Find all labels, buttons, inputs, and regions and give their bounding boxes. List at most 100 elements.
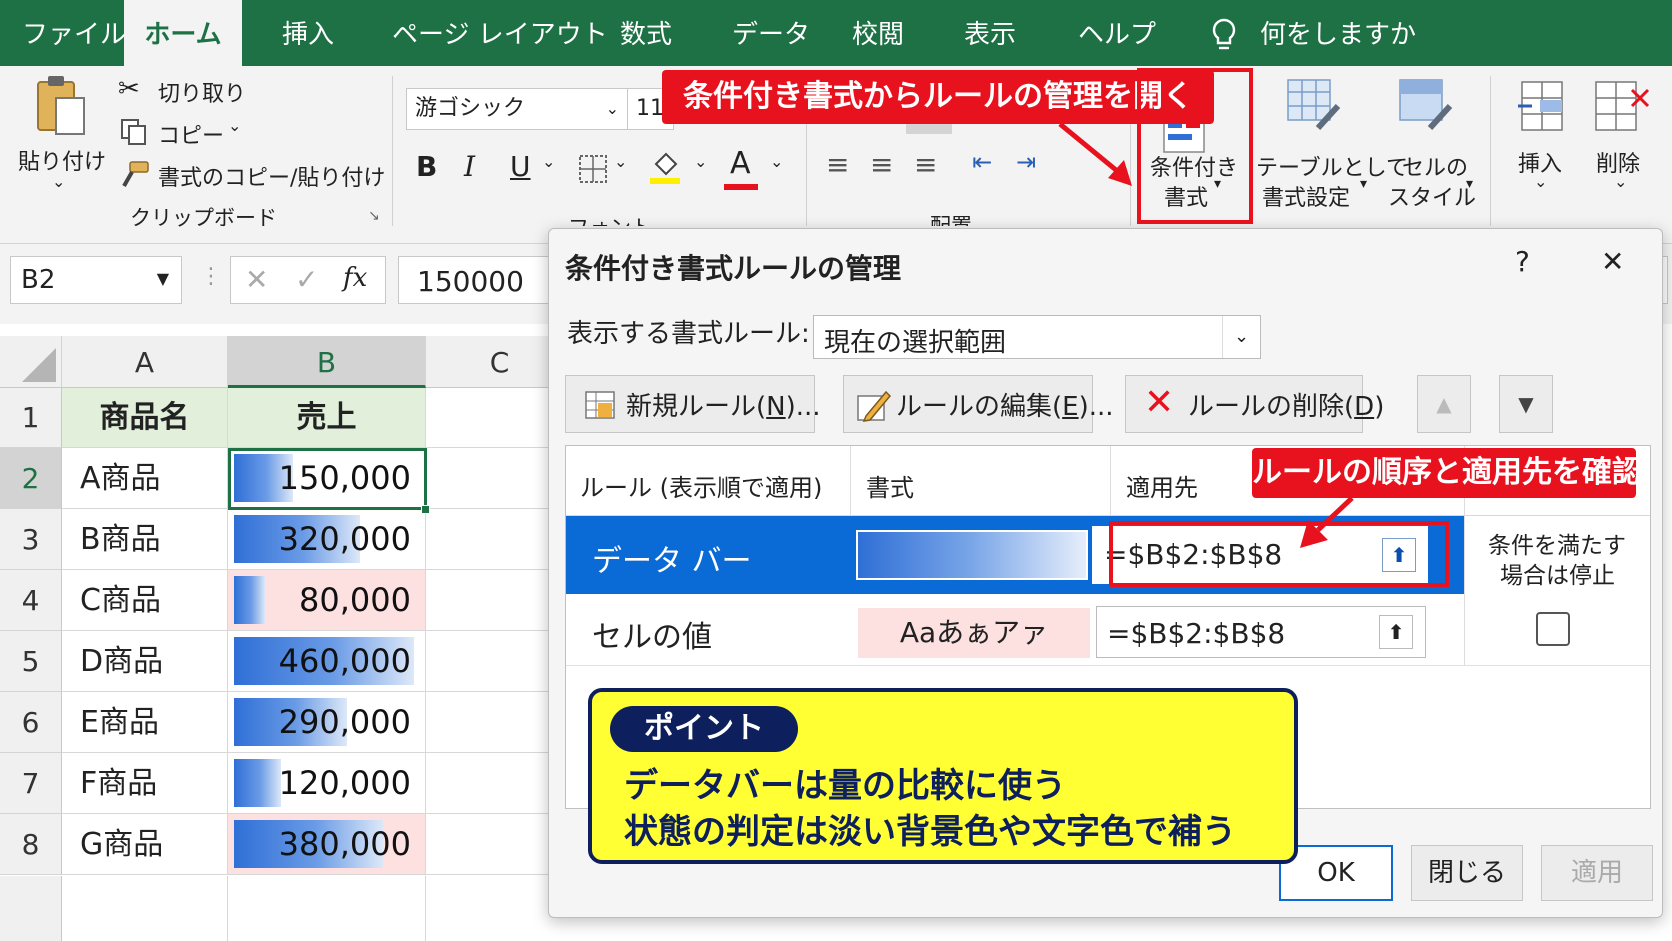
sales-cell[interactable]: 460,000 (228, 631, 426, 692)
chevron-down-icon[interactable]: ⌄ (614, 152, 627, 171)
format-as-table-icon[interactable] (1286, 78, 1342, 134)
tab-formulas[interactable]: 数式 (620, 0, 672, 66)
delete-x-icon: ✕ (1144, 382, 1175, 423)
decrease-indent-icon[interactable]: ⇤ (972, 148, 992, 176)
tab-page-layout[interactable]: ページ レイアウト (392, 0, 608, 66)
cell-styles-line1[interactable]: セルの (1402, 150, 1468, 182)
tab-insert[interactable]: 挿入 (282, 0, 334, 66)
tell-me-search[interactable]: 何をしますか (1260, 0, 1416, 66)
move-down-button[interactable]: ▼ (1499, 375, 1553, 433)
cut-button[interactable]: 切り取り (158, 76, 246, 108)
data-bar-preview (856, 530, 1088, 580)
italic-button[interactable]: I (464, 150, 475, 183)
font-name-combo[interactable]: 游ゴシック ⌄ (406, 88, 628, 130)
sales-cell[interactable]: 120,000 (228, 753, 426, 814)
chevron-down-icon[interactable]: ⌄ (770, 152, 783, 171)
row-header[interactable]: 8 (0, 814, 62, 875)
font-name-value: 游ゴシック (415, 96, 526, 121)
cell-styles-icon[interactable] (1398, 78, 1454, 134)
product-name-cell[interactable]: E商品 (62, 692, 228, 753)
paste-icon[interactable] (34, 74, 90, 140)
product-name-cell[interactable]: B商品 (62, 509, 228, 570)
format-as-table-line1[interactable]: テーブルとして (1256, 150, 1408, 182)
row-header[interactable] (0, 876, 62, 941)
row-header[interactable]: 6 (0, 692, 62, 753)
empty-cell[interactable] (228, 876, 426, 941)
sales-cell[interactable]: 80,000 (228, 570, 426, 631)
font-color-button[interactable]: A (730, 146, 751, 181)
align-center-icon[interactable]: ≡ (870, 148, 893, 181)
product-name-cell[interactable]: C商品 (62, 570, 228, 631)
close-dialog-button[interactable]: ✕ (1601, 245, 1624, 278)
chevron-down-icon[interactable]: ⌄ (1534, 172, 1547, 191)
column-header-b[interactable]: B (228, 336, 426, 388)
select-all-corner[interactable] (0, 336, 62, 388)
format-as-table-button[interactable]: 書式設定 (1262, 180, 1350, 212)
stop-if-true-empty (1464, 516, 1650, 594)
edit-rule-button[interactable]: ルールの編集(E)... (843, 375, 1114, 433)
format-painter-button[interactable]: 書式のコピー/貼り付け (158, 160, 385, 192)
header-cell-sales[interactable]: 売上 (228, 388, 426, 448)
row-header[interactable]: 3 (0, 509, 62, 570)
column-header-a[interactable]: A (62, 336, 228, 388)
name-box[interactable]: B2 ▼ (10, 256, 182, 304)
data-bar (234, 759, 281, 807)
align-left-icon[interactable]: ≡ (826, 148, 849, 181)
apply-button[interactable]: 適用 (1541, 845, 1653, 901)
increase-indent-icon[interactable]: ⇥ (1016, 148, 1036, 176)
chevron-down-icon[interactable]: ⌄ (52, 172, 65, 191)
dialog-launcher-icon[interactable]: ↘ (368, 208, 380, 224)
rule-row[interactable]: セルの値 Aaあぁアァ =$B$2:$B$8 ⬆ (566, 594, 1650, 666)
underline-button[interactable]: U (510, 150, 531, 183)
borders-icon[interactable] (578, 154, 608, 184)
cancel-icon[interactable]: ✕ (245, 263, 268, 296)
product-name-cell[interactable]: D商品 (62, 631, 228, 692)
stop-if-true-checkbox[interactable] (1536, 612, 1570, 646)
fill-color-icon[interactable] (648, 150, 682, 186)
show-rules-dropdown[interactable]: 現在の選択範囲 ⌄ (813, 315, 1261, 359)
fill-handle[interactable] (421, 505, 430, 514)
enter-icon[interactable]: ✓ (295, 263, 318, 296)
row-header[interactable]: 2 (0, 448, 62, 509)
header-cell-product[interactable]: 商品名 (62, 388, 228, 448)
insert-cells-icon[interactable] (1516, 78, 1566, 134)
chevron-down-icon[interactable]: ⌄ (542, 152, 555, 171)
tab-file[interactable]: ファイル (22, 0, 126, 66)
delete-cells-icon[interactable] (1594, 78, 1652, 134)
collapse-range-icon[interactable]: ⬆ (1379, 615, 1413, 649)
close-button[interactable]: 閉じる (1411, 845, 1523, 901)
new-rule-button[interactable]: 新規ルール(N)... (565, 375, 821, 433)
help-button[interactable]: ? (1515, 245, 1530, 278)
product-name-cell[interactable]: A商品 (62, 448, 228, 509)
bold-button[interactable]: B (416, 150, 437, 183)
chevron-down-icon[interactable]: ▾ (1360, 176, 1367, 192)
sales-value: 380,000 (278, 825, 411, 863)
empty-cell[interactable] (62, 876, 228, 941)
sales-cell[interactable]: 290,000 (228, 692, 426, 753)
sales-cell[interactable]: 150,000 (228, 448, 426, 509)
sales-cell[interactable]: 320,000 (228, 509, 426, 570)
tab-view[interactable]: 表示 (964, 0, 1016, 66)
insert-function-icon[interactable]: fx (343, 263, 367, 293)
chevron-down-icon[interactable]: ⌄ (694, 152, 707, 171)
sales-cell[interactable]: 380,000 (228, 814, 426, 875)
tab-review[interactable]: 校閲 (852, 0, 904, 66)
move-up-button[interactable]: ▲ (1417, 375, 1471, 433)
chevron-down-icon[interactable]: ⌄ (1614, 172, 1627, 191)
row-header[interactable]: 4 (0, 570, 62, 631)
product-name-cell[interactable]: F商品 (62, 753, 228, 814)
tab-data[interactable]: データ (732, 0, 810, 66)
row-header[interactable]: 1 (0, 388, 62, 448)
tab-home[interactable]: ホーム (124, 0, 242, 66)
applies-to-input[interactable]: =$B$2:$B$8 ⬆ (1096, 606, 1426, 658)
row-header[interactable]: 7 (0, 753, 62, 814)
copy-button[interactable]: コピー (158, 118, 224, 150)
chevron-down-icon[interactable]: ⌄ (228, 116, 241, 135)
row-header[interactable]: 5 (0, 631, 62, 692)
align-right-icon[interactable]: ≡ (914, 148, 937, 181)
chevron-down-icon[interactable]: ▾ (1466, 176, 1473, 192)
tab-help[interactable]: ヘルプ (1078, 0, 1156, 66)
product-name-cell[interactable]: G商品 (62, 814, 228, 875)
delete-rule-button[interactable]: ✕ ルールの削除(D) (1125, 375, 1384, 433)
cell-styles-button[interactable]: スタイル (1388, 180, 1476, 212)
